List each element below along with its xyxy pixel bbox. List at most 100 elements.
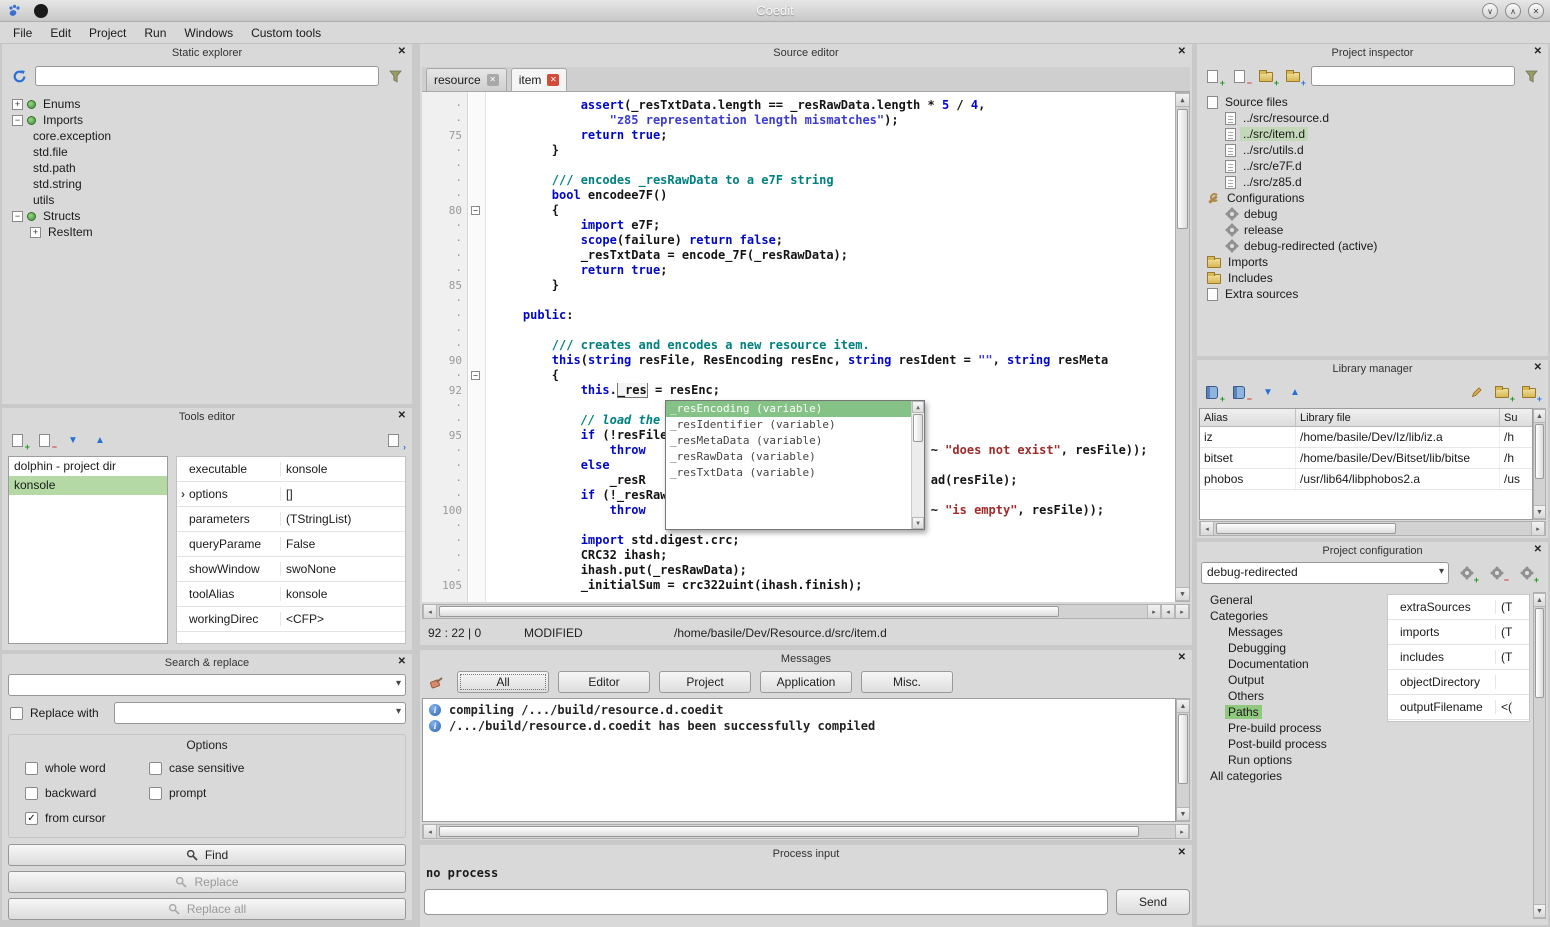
tree-item[interactable]: −Structs xyxy=(4,208,410,224)
checkbox-backward[interactable]: backward xyxy=(25,786,143,800)
tree-item[interactable]: Others xyxy=(1199,688,1359,704)
scroll-left-icon[interactable]: ◂ xyxy=(1200,522,1214,535)
scroll-up-icon[interactable]: ▲ xyxy=(1534,593,1545,607)
property-value[interactable]: (T xyxy=(1496,600,1529,614)
replace-with-combo[interactable]: ▾ xyxy=(114,702,406,724)
property-row[interactable]: extraSources(T xyxy=(1388,595,1529,620)
menu-project[interactable]: Project xyxy=(80,23,135,43)
scroll-thumb[interactable] xyxy=(439,606,1059,617)
scroll-down-icon[interactable]: ▼ xyxy=(1534,505,1545,519)
tree-item[interactable]: Debugging xyxy=(1199,640,1359,656)
checkbox[interactable]: ✓ xyxy=(25,812,38,825)
configuration-vscrollbar[interactable]: ▲ ▼ xyxy=(1533,592,1546,919)
scroll-down-icon[interactable]: ▼ xyxy=(912,517,924,529)
tree-expander-icon[interactable]: + xyxy=(12,99,23,110)
checkbox-from-cursor[interactable]: ✓from cursor xyxy=(25,811,143,825)
menu-windows[interactable]: Windows xyxy=(175,23,242,43)
split-left-icon[interactable]: ◂ xyxy=(1161,605,1175,618)
code-line[interactable]: · CRC32 ihash; xyxy=(422,548,1175,563)
tool-list-item[interactable]: dolphin - project dir xyxy=(9,457,167,476)
scroll-thumb[interactable] xyxy=(1216,523,1396,534)
tree-expander-icon[interactable]: + xyxy=(30,227,41,238)
scroll-thumb[interactable] xyxy=(1177,109,1188,229)
tree-item[interactable]: General xyxy=(1199,592,1359,608)
send-button[interactable]: Send xyxy=(1116,889,1190,915)
close-panel-icon[interactable]: ✕ xyxy=(1178,46,1186,57)
scroll-thumb[interactable] xyxy=(1535,424,1544,479)
code-line[interactable]: · /// creates and encodes a new resource… xyxy=(422,338,1175,353)
filter-application[interactable]: Application xyxy=(760,671,852,693)
tree-item[interactable]: ../src/e7F.d xyxy=(1199,158,1546,174)
scroll-down-icon[interactable]: ▼ xyxy=(1176,587,1189,601)
library-row[interactable]: bitset/home/basile/Dev/Bitset/lib/bitse/… xyxy=(1200,448,1532,469)
checkbox-case-sensitive[interactable]: case sensitive xyxy=(149,761,397,775)
dropdown-icon[interactable]: ▾ xyxy=(396,678,401,689)
filter-editor[interactable]: Editor xyxy=(558,671,650,693)
tree-item[interactable]: Run options xyxy=(1199,752,1359,768)
scroll-thumb[interactable] xyxy=(439,826,1139,837)
close-panel-icon[interactable]: ✕ xyxy=(1178,652,1186,663)
close-tab-icon[interactable]: ✕ xyxy=(487,74,499,86)
property-row[interactable]: parameters(TStringList) xyxy=(177,507,405,532)
move-tool-down-button[interactable]: ▼ xyxy=(62,429,84,451)
tool-list-item[interactable]: konsole xyxy=(9,476,167,495)
tree-item[interactable]: std.string xyxy=(4,176,410,192)
code-line[interactable]: · return true; xyxy=(422,263,1175,278)
close-tab-icon[interactable]: ✕ xyxy=(547,74,559,86)
panel-header[interactable]: Project inspector ✕ xyxy=(1197,44,1548,61)
scroll-right-icon[interactable]: ▸ xyxy=(1531,522,1545,535)
panel-header[interactable]: Process input ✕ xyxy=(420,845,1192,862)
maximize-button[interactable]: ∧ xyxy=(1505,3,1521,19)
tree-item[interactable]: ../src/z85.d xyxy=(1199,174,1546,190)
scroll-up-icon[interactable]: ▲ xyxy=(1534,409,1545,423)
close-window-button[interactable]: ✕ xyxy=(1528,3,1544,19)
close-panel-icon[interactable]: ✕ xyxy=(1534,362,1542,373)
code-line[interactable]: · ihash.put(_resRawData); xyxy=(422,563,1175,578)
filter-all[interactable]: All xyxy=(457,671,549,693)
messages-hscrollbar[interactable]: ◂ ▸ xyxy=(422,824,1190,839)
code-line[interactable]: 90 this(string resFile, ResEncoding resE… xyxy=(422,353,1175,368)
replace-button[interactable]: Replace xyxy=(8,871,406,893)
find-button[interactable]: Find xyxy=(8,844,406,866)
symbol-filter-input[interactable] xyxy=(35,66,379,86)
panel-header[interactable]: Tools editor ✕ xyxy=(2,408,412,425)
tree-item[interactable]: +ResItem xyxy=(4,224,410,240)
code-line[interactable]: · } xyxy=(422,143,1175,158)
code-line[interactable]: · xyxy=(422,323,1175,338)
library-from-folder-button[interactable]: + xyxy=(1493,381,1515,403)
checkbox[interactable] xyxy=(149,787,162,800)
tree-item[interactable]: Documentation xyxy=(1199,656,1359,672)
tree-item[interactable]: utils xyxy=(4,192,410,208)
completion-item[interactable]: _resRawData (variable) xyxy=(666,449,911,465)
column-header[interactable]: Alias xyxy=(1200,409,1296,426)
property-row[interactable]: outputFilename<( xyxy=(1388,695,1529,720)
process-input-field[interactable] xyxy=(424,889,1108,915)
remove-configuration-button[interactable]: − xyxy=(1487,562,1509,584)
configuration-select[interactable]: debug-redirected ▾ xyxy=(1201,562,1449,584)
messages-vscrollbar[interactable]: ▲ ▼ xyxy=(1176,698,1190,822)
tab-resource[interactable]: resource ✕ xyxy=(426,68,507,91)
panel-header[interactable]: Search & replace ✕ xyxy=(2,654,412,671)
property-row[interactable]: showWindowswoNone xyxy=(177,557,405,582)
remove-source-button[interactable]: − xyxy=(1230,65,1252,87)
checkbox[interactable] xyxy=(10,707,23,720)
shade-button[interactable]: ∨ xyxy=(1482,3,1498,19)
property-value[interactable]: (T xyxy=(1496,625,1529,639)
tree-item[interactable]: All categories xyxy=(1199,768,1359,784)
property-row[interactable]: executablekonsole xyxy=(177,457,405,482)
completion-scrollbar[interactable]: ▲ ▼ xyxy=(911,401,924,529)
scroll-down-icon[interactable]: ▼ xyxy=(1177,807,1189,821)
tree-item[interactable]: release xyxy=(1199,222,1546,238)
search-term-combo[interactable]: ▾ xyxy=(8,674,406,696)
tree-item[interactable]: Includes xyxy=(1199,270,1546,286)
remove-tool-button[interactable]: − xyxy=(35,429,57,451)
code-line[interactable]: 92 this._res = resEnc; xyxy=(422,383,1175,398)
edit-tool-button[interactable]: › xyxy=(384,429,406,451)
tree-item[interactable]: std.path xyxy=(4,160,410,176)
property-row[interactable]: workingDirec<CFP> xyxy=(177,607,405,632)
completion-item[interactable]: _resIdentifier (variable) xyxy=(666,417,911,433)
completion-item[interactable]: _resMetaData (variable) xyxy=(666,433,911,449)
code-editor[interactable]: · assert(_resTxtData.length == _resRawDa… xyxy=(422,92,1190,602)
code-line[interactable]: 80− { xyxy=(422,203,1175,218)
sync-configuration-button[interactable]: + xyxy=(1457,562,1479,584)
